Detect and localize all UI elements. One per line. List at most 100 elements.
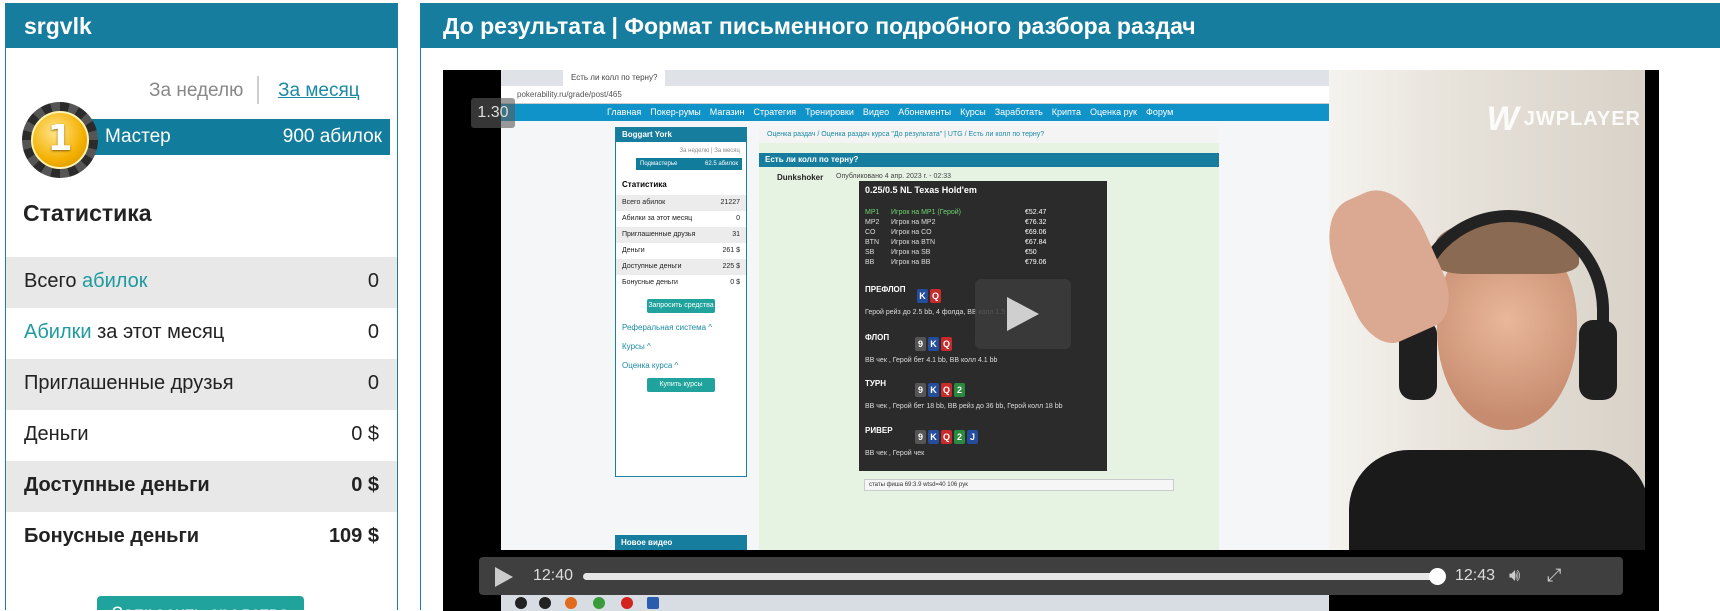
hand-player-row: SB Игрок на SB €50 [865,249,1101,259]
hand-footer: статы фиша 69:3.9 wtsd=40 106 рук [864,479,1174,491]
stats-title: Статистика [23,200,152,226]
playing-card: J [967,430,978,444]
playing-card: Q [941,430,952,444]
hand-player-row: MP2 Игрок на MP2 €76.32 [865,219,1101,229]
hand-player-row: BB Игрок на BB €79.06 [865,259,1101,269]
player-name: Игрок на SB [891,249,931,256]
stat-label-link[interactable]: абилок [82,270,148,292]
tab-separator [257,76,259,104]
video-player[interactable]: Есть ли колл по терну? pokerability.ru/g… [443,70,1659,611]
player-stack: €76.32 [1025,219,1047,226]
rank-points: 900 абилок [282,126,382,147]
recorded-username: Boggart York [616,128,746,142]
recorded-nav-item: Абонементы [898,107,952,117]
stat-row-available: Доступные деньги 0 $ [6,461,397,512]
taskbar-app-icon [539,597,551,609]
course-video-panel: До результата | Формат письменного подро… [420,3,1720,611]
recorded-stat-value: 31 [732,231,740,238]
stat-label-text: Всего [24,270,82,292]
recorded-stat-label: Абилки за этот месяц [622,215,693,222]
street-action: BB чек , Герой бет 4.1 bb, BB колл 4.1 b… [865,357,998,364]
recorded-stat-value: 0 [736,215,740,222]
stat-label: Бонусные деньги [24,525,200,547]
fullscreen-icon[interactable]: ⤢ [1547,565,1561,586]
recorded-nav-item: Видео [862,107,890,117]
playback-speed[interactable]: 1.30 [471,98,515,128]
player-controls: 12:40 12:43 🔊︎ ⤢ [479,557,1623,595]
stat-value: 0 [367,321,379,343]
seek-bar[interactable] [583,573,1439,580]
recorded-stat-row: Доступные деньги 225 $ [616,259,746,275]
recorded-stat-label: Всего абилок [622,199,666,206]
player-name: Игрок на MP2 [891,219,936,226]
player-stack: €50 [1025,249,1037,256]
stat-label: Абилки за этот месяц [24,321,224,344]
recorded-stat-value: 0 $ [730,279,740,286]
taskbar-app-icon [621,597,633,609]
hand-player-row: MP1 Игрок на MP1 (Герой) €52.47 [865,209,1101,219]
taskbar-app-icon [565,597,577,609]
player-position: MP1 [865,209,880,216]
tab-week[interactable]: За неделю [149,80,243,102]
recorded-nav-item: Курсы [960,107,986,117]
browser-address-bar: pokerability.ru/grade/post/465 [501,86,1329,104]
recorded-stat-row: Приглашенные друзья 31 [616,227,746,243]
rank-title: Мастер [105,126,171,147]
seek-handle[interactable] [1429,568,1446,585]
stat-value: 109 $ [328,525,379,547]
street-cards: 9KQ2 [915,383,967,397]
recorded-nav-item: Стратегия [753,107,797,117]
recorded-stat-row: Всего абилок 21227 [616,195,746,211]
recorded-tabs: За неделю | За месяц [679,148,740,154]
recorded-stat-label: Приглашенные друзья [622,231,696,238]
recorded-buy-button: Купить курсы [647,378,715,392]
recorded-nav-item: Крипта [1051,107,1081,117]
hand-title: 0.25/0.5 NL Texas Hold'em [865,185,977,195]
tab-month[interactable]: За месяц [278,80,360,102]
screen-recording: Есть ли колл по терну? pokerability.ru/g… [501,70,1329,550]
player-name: Игрок на MP1 (Герой) [891,209,961,216]
stat-label-text: за этот месяц [91,321,225,343]
stats-table: Всего абилок 0 Абилки за этот месяц 0 Пр… [6,257,397,563]
recorded-sidebar: Boggart York За неделю | За месяц Подмас… [615,127,747,477]
player-position: SB [865,249,875,256]
recorded-nav-item: Заработать [994,107,1043,117]
headphone-cup-right [1579,320,1617,400]
recorded-stat-label: Деньги [622,247,645,254]
recorded-nav-item: Покер-румы [650,107,701,117]
recorded-link: Оценка курса ^ [622,361,679,370]
stat-value: 0 [367,372,379,394]
street-cards: KQ [917,289,943,303]
recorded-stat-row: Абилки за этот месяц 0 [616,211,746,227]
stat-label: Доступные деньги [24,474,210,496]
street-name: ПРЕФЛОП [865,285,906,294]
stat-row-friends: Приглашенные друзья 0 [6,359,397,410]
player-name: Игрок на CO [891,229,932,236]
recorded-date: Опубликовано 4 апр. 2023 г. - 02:33 [836,173,951,180]
request-funds-button[interactable]: Запросить средства [97,596,304,610]
player-position: BB [865,259,875,266]
jwplayer-mark-icon: W [1486,100,1520,138]
player-stack: €69.06 [1025,229,1047,236]
street-cards: 9KQ [915,337,954,351]
stat-row-month: Абилки за этот месяц 0 [6,308,397,359]
video-play-overlay[interactable] [975,279,1071,349]
stat-label: Деньги [24,423,89,445]
recorded-nav-item: Главная [607,107,642,117]
playing-card: 9 [915,430,926,444]
recorded-post-title: Есть ли колл по терну? [759,153,1219,167]
recorded-stats-table: Всего абилок 21227 Абилки за этот месяц 0 Пр… [616,195,746,291]
stat-row-money: Деньги 0 $ [6,410,397,461]
recorded-stat-value: 21227 [720,199,740,206]
player-stack: €67.84 [1025,239,1047,246]
playing-card: 9 [915,337,926,351]
volume-icon[interactable]: 🔊︎ [1509,565,1520,586]
stat-label-link[interactable]: Абилки [24,321,92,343]
playing-card: 2 [954,430,965,444]
rank-bar: Мастер 900 абилок [74,119,390,155]
player-position: MP2 [865,219,880,226]
play-icon[interactable] [495,567,513,587]
playing-card: K [928,383,939,397]
taskbar-app-icon [647,597,659,609]
time-current: 12:40 [533,567,574,584]
